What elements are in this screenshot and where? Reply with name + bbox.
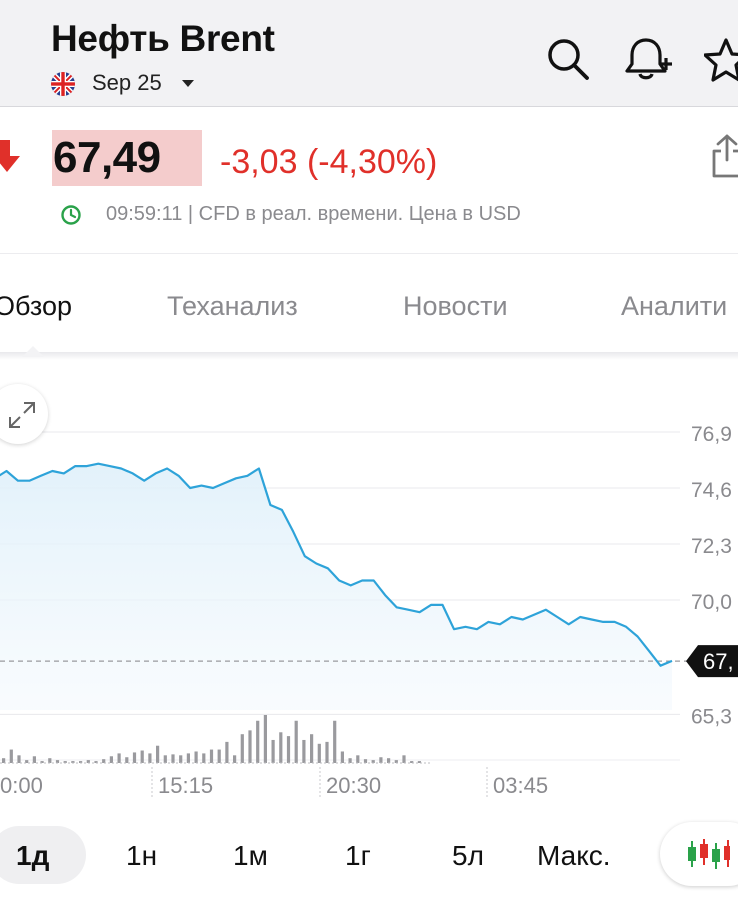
active-tab-pointer	[22, 346, 44, 357]
volume-bar	[294, 720, 298, 763]
volume-bar	[225, 741, 229, 763]
volume-bar	[271, 739, 275, 763]
y-tick-label: 70,0	[691, 591, 732, 614]
range-1m[interactable]: 1м	[233, 840, 268, 872]
y-tick-label: 65,3	[691, 705, 732, 728]
tab-news[interactable]: Новости	[403, 291, 508, 322]
price-change: -3,03 (-4,30%)	[220, 143, 438, 181]
volume-bar	[402, 755, 406, 763]
volume-bar	[233, 755, 237, 763]
volume-bar	[325, 741, 329, 763]
volume-bar	[125, 757, 129, 763]
volume-bar	[209, 749, 214, 763]
price-chart[interactable]: 76,9 74,6 72,3 70,0 65,3 0:00 15:15 20:30 03:45…	[0, 380, 738, 810]
header-bar: Нефть Brent Sep 25	[0, 0, 738, 107]
range-max[interactable]: Макс.	[537, 840, 611, 872]
volume-bar	[48, 758, 52, 763]
tab-overview[interactable]: Обзор	[0, 291, 72, 322]
uk-flag-icon	[51, 72, 75, 96]
volume-bar	[117, 753, 121, 763]
volume-bar	[286, 736, 291, 763]
y-tick-label: 72,3	[691, 535, 732, 558]
current-price-label: 67,	[703, 649, 734, 674]
volume-bar	[186, 753, 190, 763]
divider	[0, 253, 738, 254]
volume-bar	[163, 755, 167, 763]
star-icon[interactable]	[704, 36, 738, 82]
volume-bar	[317, 743, 321, 763]
volume-bar	[2, 758, 6, 763]
volume-bar	[140, 750, 144, 763]
volume-bar	[132, 752, 137, 763]
range-5y[interactable]: 5л	[452, 840, 484, 872]
volume-bar	[348, 758, 352, 763]
x-tick-label: 0:00	[0, 773, 43, 798]
volume-bar	[387, 758, 391, 763]
volume-bar	[171, 754, 175, 763]
range-1w[interactable]: 1н	[126, 840, 157, 872]
volume-bar	[379, 757, 383, 763]
chevron-down-icon[interactable]	[181, 79, 195, 88]
volume-bar	[9, 749, 13, 763]
candlestick-toggle[interactable]	[660, 822, 738, 886]
volume-bar	[363, 759, 368, 763]
search-icon[interactable]	[545, 36, 591, 82]
volume-bar	[302, 739, 306, 763]
clock-icon	[61, 205, 81, 225]
volume-bar	[156, 745, 160, 763]
page-title: Нефть Brent	[51, 18, 275, 59]
candlestick-icon	[688, 839, 730, 869]
volume-bar	[217, 749, 221, 763]
tab-technical[interactable]: Теханализ	[167, 291, 298, 322]
tab-analytics[interactable]: Аналити	[621, 291, 727, 322]
range-selector: 1д 1н 1м 1г 5л Макс.	[0, 822, 738, 886]
volume-bar	[32, 756, 36, 763]
volume-bar	[202, 753, 206, 763]
last-price: 67,49	[53, 133, 161, 182]
volume-bar	[310, 734, 314, 763]
volume-bar	[17, 755, 21, 763]
volume-bar	[256, 720, 260, 763]
x-tick-label: 03:45	[493, 773, 548, 798]
range-1y[interactable]: 1г	[345, 840, 371, 872]
volume-bar	[148, 753, 152, 763]
x-tick-label: 20:30	[326, 773, 381, 798]
volume-bar	[340, 751, 344, 763]
volume-bar	[194, 751, 198, 763]
y-tick-label: 76,9	[691, 423, 732, 446]
down-arrow-icon	[0, 140, 20, 172]
x-tick-label: 15:15	[158, 773, 213, 798]
tabs-divider	[0, 352, 738, 360]
expand-icon	[9, 402, 35, 428]
range-1d[interactable]: 1д	[16, 840, 49, 872]
volume-bar	[333, 720, 337, 763]
price-area	[0, 463, 672, 710]
contract-selector[interactable]: Sep 25	[92, 70, 162, 96]
share-icon[interactable]	[712, 134, 738, 178]
volume-bar	[279, 732, 283, 763]
volume-bar	[356, 755, 360, 763]
volume-bar	[109, 756, 113, 763]
y-tick-label: 74,6	[691, 479, 732, 502]
volume-bar	[263, 715, 267, 763]
volume-bar	[179, 755, 183, 763]
volume-bar	[102, 759, 106, 763]
bell-plus-icon[interactable]	[624, 36, 674, 82]
volume-bar	[240, 734, 244, 763]
quote-status: 09:59:11 | CFD в реал. времени. Цена в U…	[106, 203, 521, 225]
volume-bar	[248, 730, 252, 763]
